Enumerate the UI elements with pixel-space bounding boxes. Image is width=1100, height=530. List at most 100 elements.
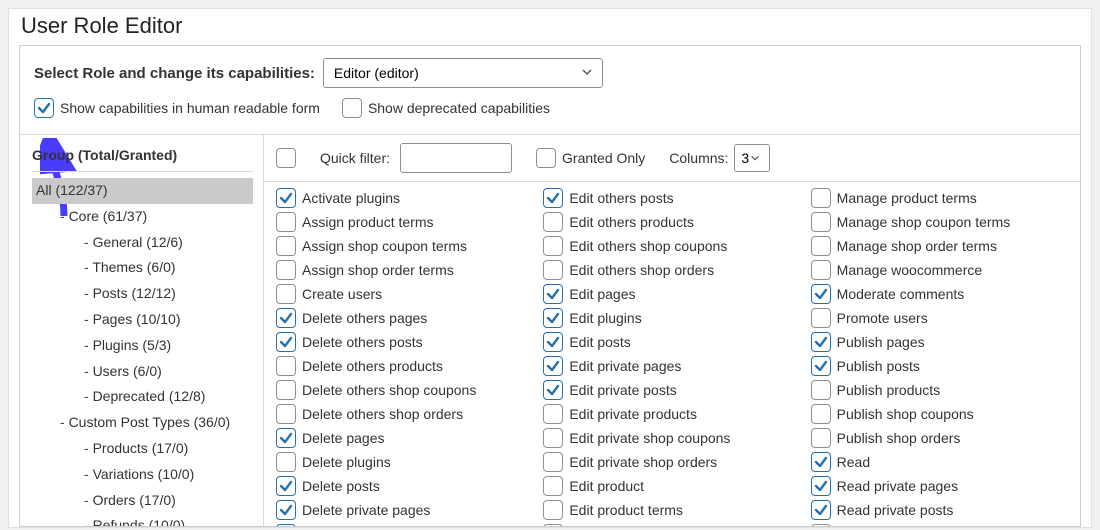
capability-item[interactable]: Assign product terms [276, 212, 533, 232]
capability-item[interactable]: Publish shop coupons [811, 404, 1068, 424]
option-show-deprecated-label: Show deprecated capabilities [368, 100, 550, 116]
tree-item[interactable]: General (12/6) [32, 230, 253, 256]
tree-item-label: General (12/6) [93, 234, 183, 250]
capability-label: Read private pages [837, 479, 958, 493]
capability-item[interactable]: Edit others products [543, 212, 800, 232]
capability-item[interactable]: Publish shop orders [811, 428, 1068, 448]
quick-filter-label: Quick filter: [320, 150, 390, 166]
tree-item-label: Refunds (10/0) [93, 517, 186, 526]
columns-select[interactable]: 3 [734, 144, 770, 172]
tree-item-label: Core (61/37) [69, 208, 148, 224]
capability-item[interactable]: Assign shop coupon terms [276, 236, 533, 256]
tree-item[interactable]: Deprecated (12/8) [32, 384, 253, 410]
capability-item[interactable]: Edit product [543, 476, 800, 496]
capability-item[interactable]: Read private pages [811, 476, 1068, 496]
capability-item[interactable]: Edit plugins [543, 308, 800, 328]
select-all-checkbox[interactable] [276, 148, 296, 168]
quick-filter-input[interactable] [400, 143, 512, 173]
checkbox-icon [811, 356, 831, 376]
capability-item[interactable]: Manage shop coupon terms [811, 212, 1068, 232]
capability-label: Delete pages [302, 431, 385, 445]
tree-item[interactable]: Orders (17/0) [32, 488, 253, 514]
capability-item[interactable]: Assign shop order terms [276, 260, 533, 280]
option-human-readable[interactable]: Show capabilities in human readable form [34, 98, 320, 118]
checkbox-icon [543, 188, 563, 208]
capability-item[interactable]: Create users [276, 284, 533, 304]
capability-item[interactable]: Edit products [543, 524, 800, 526]
select-role-label: Select Role and change its capabilities: [34, 65, 315, 82]
tree-item[interactable]: Pages (10/10) [32, 307, 253, 333]
capability-item[interactable]: Promote users [811, 308, 1068, 328]
capability-item[interactable]: Edit pages [543, 284, 800, 304]
capability-item[interactable]: Delete others posts [276, 332, 533, 352]
capability-label: Manage shop order terms [837, 239, 997, 253]
capability-item[interactable]: Publish posts [811, 356, 1068, 376]
capability-label: Delete posts [302, 479, 380, 493]
capability-item[interactable]: Manage product terms [811, 188, 1068, 208]
capability-item[interactable]: Edit product terms [543, 500, 800, 520]
capability-item[interactable]: Read private products [811, 524, 1068, 526]
capability-item[interactable]: Delete posts [276, 476, 533, 496]
capability-item[interactable]: Edit others posts [543, 188, 800, 208]
checkbox-icon [543, 452, 563, 472]
tree-item-label: Plugins (5/3) [93, 337, 172, 353]
capability-item[interactable]: Edit others shop orders [543, 260, 800, 280]
tree-item[interactable]: Refunds (10/0) [32, 513, 253, 526]
capability-label: Edit private products [569, 407, 697, 421]
capability-item[interactable]: Edit private shop coupons [543, 428, 800, 448]
option-show-deprecated[interactable]: Show deprecated capabilities [342, 98, 550, 118]
capability-item[interactable]: Delete private pages [276, 500, 533, 520]
capability-label: Moderate comments [837, 287, 965, 301]
capability-item[interactable]: Delete private posts [276, 524, 533, 526]
capability-item[interactable]: Edit posts [543, 332, 800, 352]
capability-item[interactable]: Edit private shop orders [543, 452, 800, 472]
capability-item[interactable]: Manage woocommerce [811, 260, 1068, 280]
tree-item[interactable]: Themes (6/0) [32, 255, 253, 281]
capability-item[interactable]: Edit others shop coupons [543, 236, 800, 256]
granted-only-option[interactable]: Granted Only [536, 148, 645, 168]
capability-label: Publish shop orders [837, 431, 961, 445]
capability-label: Edit product terms [569, 503, 683, 517]
capability-item[interactable]: Manage shop order terms [811, 236, 1068, 256]
capability-label: Delete others shop orders [302, 407, 463, 421]
capability-item[interactable]: Publish products [811, 380, 1068, 400]
capability-label: Read [837, 455, 870, 469]
tree-item[interactable]: Variations (10/0) [32, 462, 253, 488]
capability-label: Edit posts [569, 335, 630, 349]
capability-item[interactable]: Edit private products [543, 404, 800, 424]
checkbox-icon [543, 260, 563, 280]
tree-item[interactable]: Users (6/0) [32, 359, 253, 385]
capability-item[interactable]: Publish pages [811, 332, 1068, 352]
capability-item[interactable]: Activate plugins [276, 188, 533, 208]
checkbox-icon [276, 452, 296, 472]
capability-item[interactable]: Delete others shop coupons [276, 380, 533, 400]
capability-item[interactable]: Delete others pages [276, 308, 533, 328]
checkbox-icon [276, 356, 296, 376]
role-select[interactable]: Editor (editor) [323, 58, 603, 88]
group-tree: All (122/37) Core (61/37) General (12/6) Th… [32, 178, 253, 526]
checkbox-icon [276, 428, 296, 448]
capability-item[interactable]: Moderate comments [811, 284, 1068, 304]
checkbox-icon [543, 500, 563, 520]
tree-item[interactable]: Plugins (5/3) [32, 333, 253, 359]
capability-item[interactable]: Delete others products [276, 356, 533, 376]
capability-item[interactable]: Read [811, 452, 1068, 472]
capability-item[interactable]: Read private posts [811, 500, 1068, 520]
tree-item[interactable]: Products (17/0) [32, 436, 253, 462]
checkbox-icon [811, 332, 831, 352]
capability-item[interactable]: Edit private pages [543, 356, 800, 376]
capability-item[interactable]: Delete others shop orders [276, 404, 533, 424]
checkbox-icon [811, 452, 831, 472]
option-human-readable-label: Show capabilities in human readable form [60, 100, 320, 116]
tree-item[interactable]: Posts (12/12) [32, 281, 253, 307]
capability-item[interactable]: Delete pages [276, 428, 533, 448]
capability-label: Edit others shop coupons [569, 239, 727, 253]
tree-item[interactable]: All (122/37) [32, 178, 253, 204]
tree-item[interactable]: Core (61/37) [32, 204, 253, 230]
checkbox-icon [276, 308, 296, 328]
capability-item[interactable]: Delete plugins [276, 452, 533, 472]
capability-label: Delete private pages [302, 503, 430, 517]
capability-item[interactable]: Edit private posts [543, 380, 800, 400]
tree-item[interactable]: Custom Post Types (36/0) [32, 410, 253, 436]
capability-label: Delete others pages [302, 311, 427, 325]
